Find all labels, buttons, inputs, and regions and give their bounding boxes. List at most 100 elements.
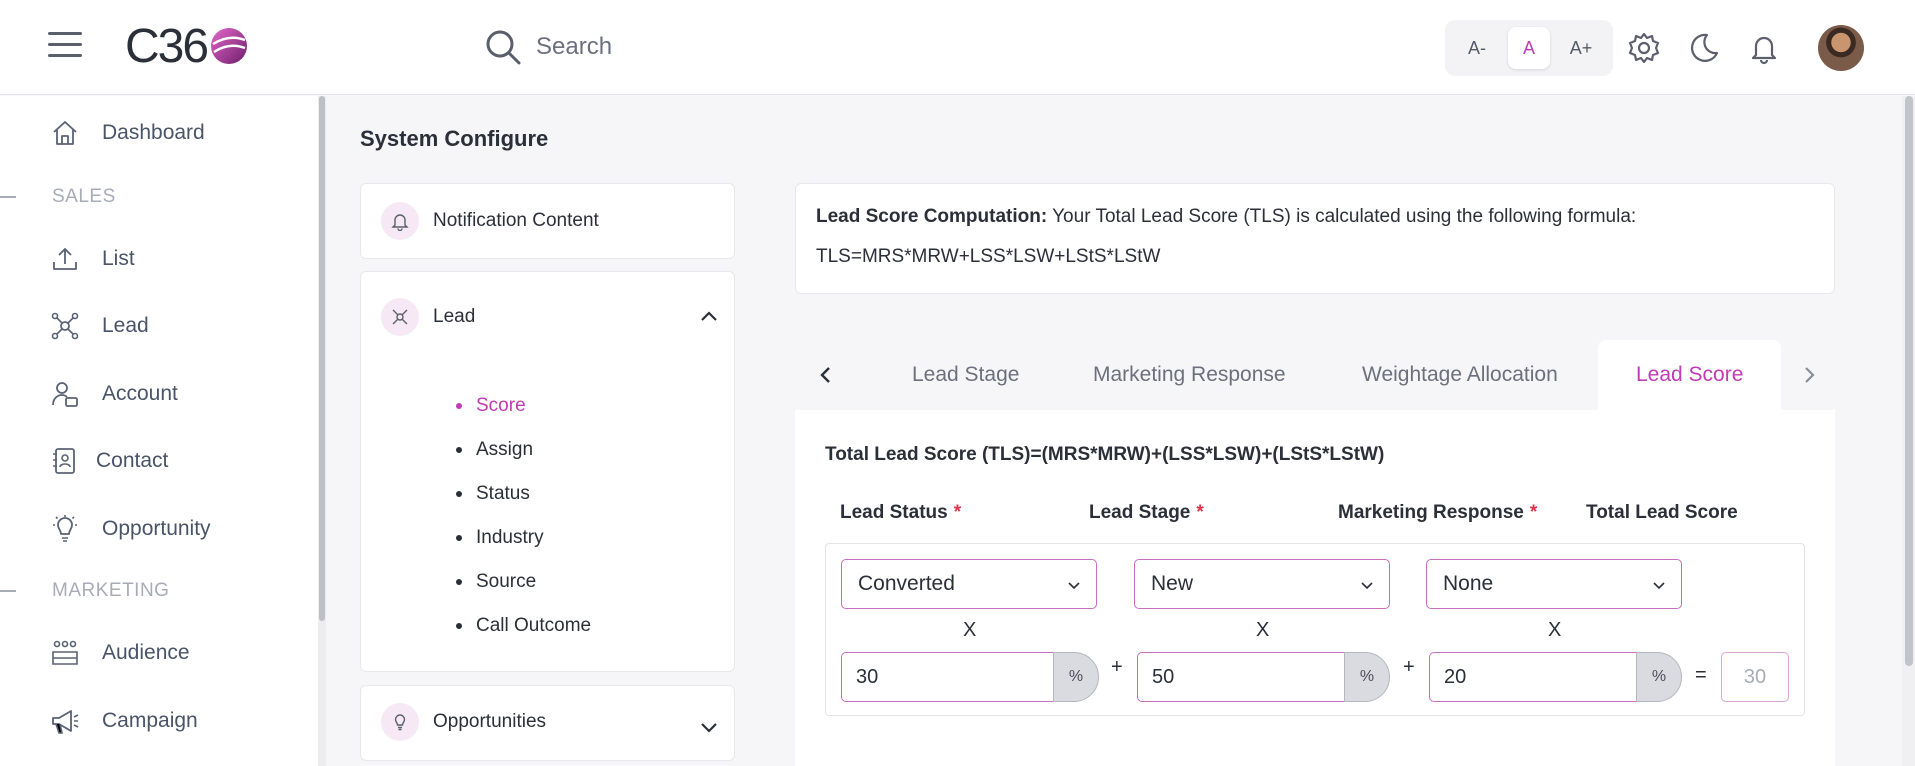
percent-addon: % [1053,652,1099,702]
label-lead-stage: Lead Stage * [1089,502,1204,523]
search-box[interactable] [482,26,836,68]
lead-submenu: Score Assign Status Industry Source Call… [456,384,591,648]
formula-expression: TLS=MRS*MRW+LSS*LSW+LStS*LStW [816,246,1161,267]
search-input[interactable] [536,33,836,61]
bulb-icon [381,703,419,741]
network-icon [51,312,79,340]
font-default-button[interactable]: A [1508,27,1550,69]
config-menu-opportunities[interactable]: Opportunities [360,685,735,761]
menu-item-opportunities[interactable]: Opportunities [381,703,546,741]
sidebar-item-campaign[interactable]: Campaign [50,706,198,736]
avatar[interactable] [1818,25,1864,71]
select-value: New [1151,572,1194,595]
chevron-up-icon[interactable] [698,306,720,328]
sidebar-item-label: Dashboard [102,121,205,144]
menu-item-lead[interactable]: Lead [381,298,475,336]
bulb-icon [53,515,77,542]
sidebar-item-label: Campaign [102,709,198,732]
chevron-right-icon[interactable] [1798,364,1820,386]
formula-text: Your Total Lead Score (TLS) is calculate… [1052,206,1637,227]
equals-sign: = [1695,664,1707,686]
logo-text: C36 [125,19,209,73]
label-lead-status: Lead Status * [840,502,962,523]
tab-lead-stage[interactable]: Lead Stage [912,340,1019,410]
lead-status-select[interactable]: Converted [841,559,1097,609]
moon-icon[interactable] [1687,31,1721,65]
config-menu-notification[interactable]: Notification Content [360,183,735,259]
chevron-left-icon[interactable] [815,364,837,386]
top-header: C36 A- A A+ [0,0,1915,95]
submenu-item-assign[interactable]: Assign [456,428,591,472]
section-label: SALES [52,186,116,207]
config-menu-lead: Lead Score Assign Status Industry Source… [360,271,735,672]
sidebar-item-list[interactable]: List [50,244,135,274]
marketing-response-weight-input[interactable] [1429,652,1636,702]
lead-stage-weight-group: % [1137,652,1390,702]
sidebar-item-label: Lead [102,314,149,337]
upload-icon [53,248,77,270]
lead-score-panel: Total Lead Score (TLS)=(MRS*MRW)+(LSS*LS… [795,410,1835,766]
menu-item-label: Lead [433,306,476,327]
menu-item-label: Notification Content [433,210,599,231]
lead-stage-select[interactable]: New [1134,559,1390,609]
sidebar-section-sales: SALES [0,186,116,208]
font-decrease-button[interactable]: A- [1456,27,1498,69]
formula-info-card: Lead Score Computation: Your Total Lead … [795,183,1835,294]
menu-item-notification[interactable]: Notification Content [381,202,599,240]
chevron-down-icon [1068,582,1080,590]
network-icon [381,298,419,336]
sidebar-section-marketing: MARKETING [0,580,169,602]
section-label: MARKETING [52,580,170,601]
chevron-down-icon[interactable] [698,716,720,738]
sidebar-item-dashboard[interactable]: Dashboard [50,118,205,148]
label-marketing-response: Marketing Response * [1338,502,1538,523]
multiply-sign: X [1256,619,1270,641]
lead-status-weight-group: % [841,652,1099,702]
megaphone-icon [52,710,79,734]
submenu-item-status[interactable]: Status [456,472,591,516]
panel-title: Total Lead Score (TLS)=(MRS*MRW)+(LSS*LS… [825,444,1385,465]
multiply-sign: X [1548,619,1562,641]
plus-sign: + [1403,656,1415,678]
multiply-sign: X [963,619,977,641]
page-title: System Configure [360,126,549,151]
percent-addon: % [1636,652,1682,702]
submenu-item-call-outcome[interactable]: Call Outcome [456,604,591,648]
chevron-down-icon [1361,582,1373,590]
tab-bar: Lead Stage Marketing Response Weightage … [795,340,1835,410]
sidebar-item-contact[interactable]: Contact [50,446,168,476]
sidebar-scrollbar[interactable] [318,96,326,766]
tab-marketing-response[interactable]: Marketing Response [1093,340,1286,410]
lead-status-weight-input[interactable] [841,652,1053,702]
font-size-switch: A- A A+ [1445,20,1613,76]
label-total-lead-score: Total Lead Score [1586,502,1738,523]
sidebar-item-opportunity[interactable]: Opportunity [50,514,211,544]
contact-book-icon [53,448,75,474]
gear-icon[interactable] [1627,31,1661,65]
percent-addon: % [1344,652,1390,702]
marketing-response-select[interactable]: None [1426,559,1682,609]
sidebar-item-label: List [102,247,135,270]
sidebar-item-audience[interactable]: Audience [50,638,190,668]
page-scrollbar[interactable] [1902,96,1915,766]
select-value: None [1443,572,1494,595]
search-icon [486,30,521,65]
submenu-item-source[interactable]: Source [456,560,591,604]
lead-stage-weight-input[interactable] [1137,652,1344,702]
sidebar-item-account[interactable]: Account [50,379,178,409]
logo[interactable]: C36 [125,19,249,73]
group-icon [52,640,78,665]
submenu-item-industry[interactable]: Industry [456,516,591,560]
tab-lead-score[interactable]: Lead Score [1598,340,1782,410]
bell-icon[interactable] [1747,31,1781,65]
sidebar-item-label: Opportunity [102,517,211,540]
submenu-item-score[interactable]: Score [456,384,591,428]
chevron-down-icon [1653,582,1665,590]
formula-description: Lead Score Computation: Your Total Lead … [816,206,1814,228]
hamburger-icon[interactable] [48,32,82,60]
sidebar-item-label: Contact [96,449,169,472]
tab-weightage-allocation[interactable]: Weightage Allocation [1362,340,1558,410]
sidebar-item-lead[interactable]: Lead [50,311,149,341]
bell-icon [381,202,419,240]
font-increase-button[interactable]: A+ [1560,27,1602,69]
